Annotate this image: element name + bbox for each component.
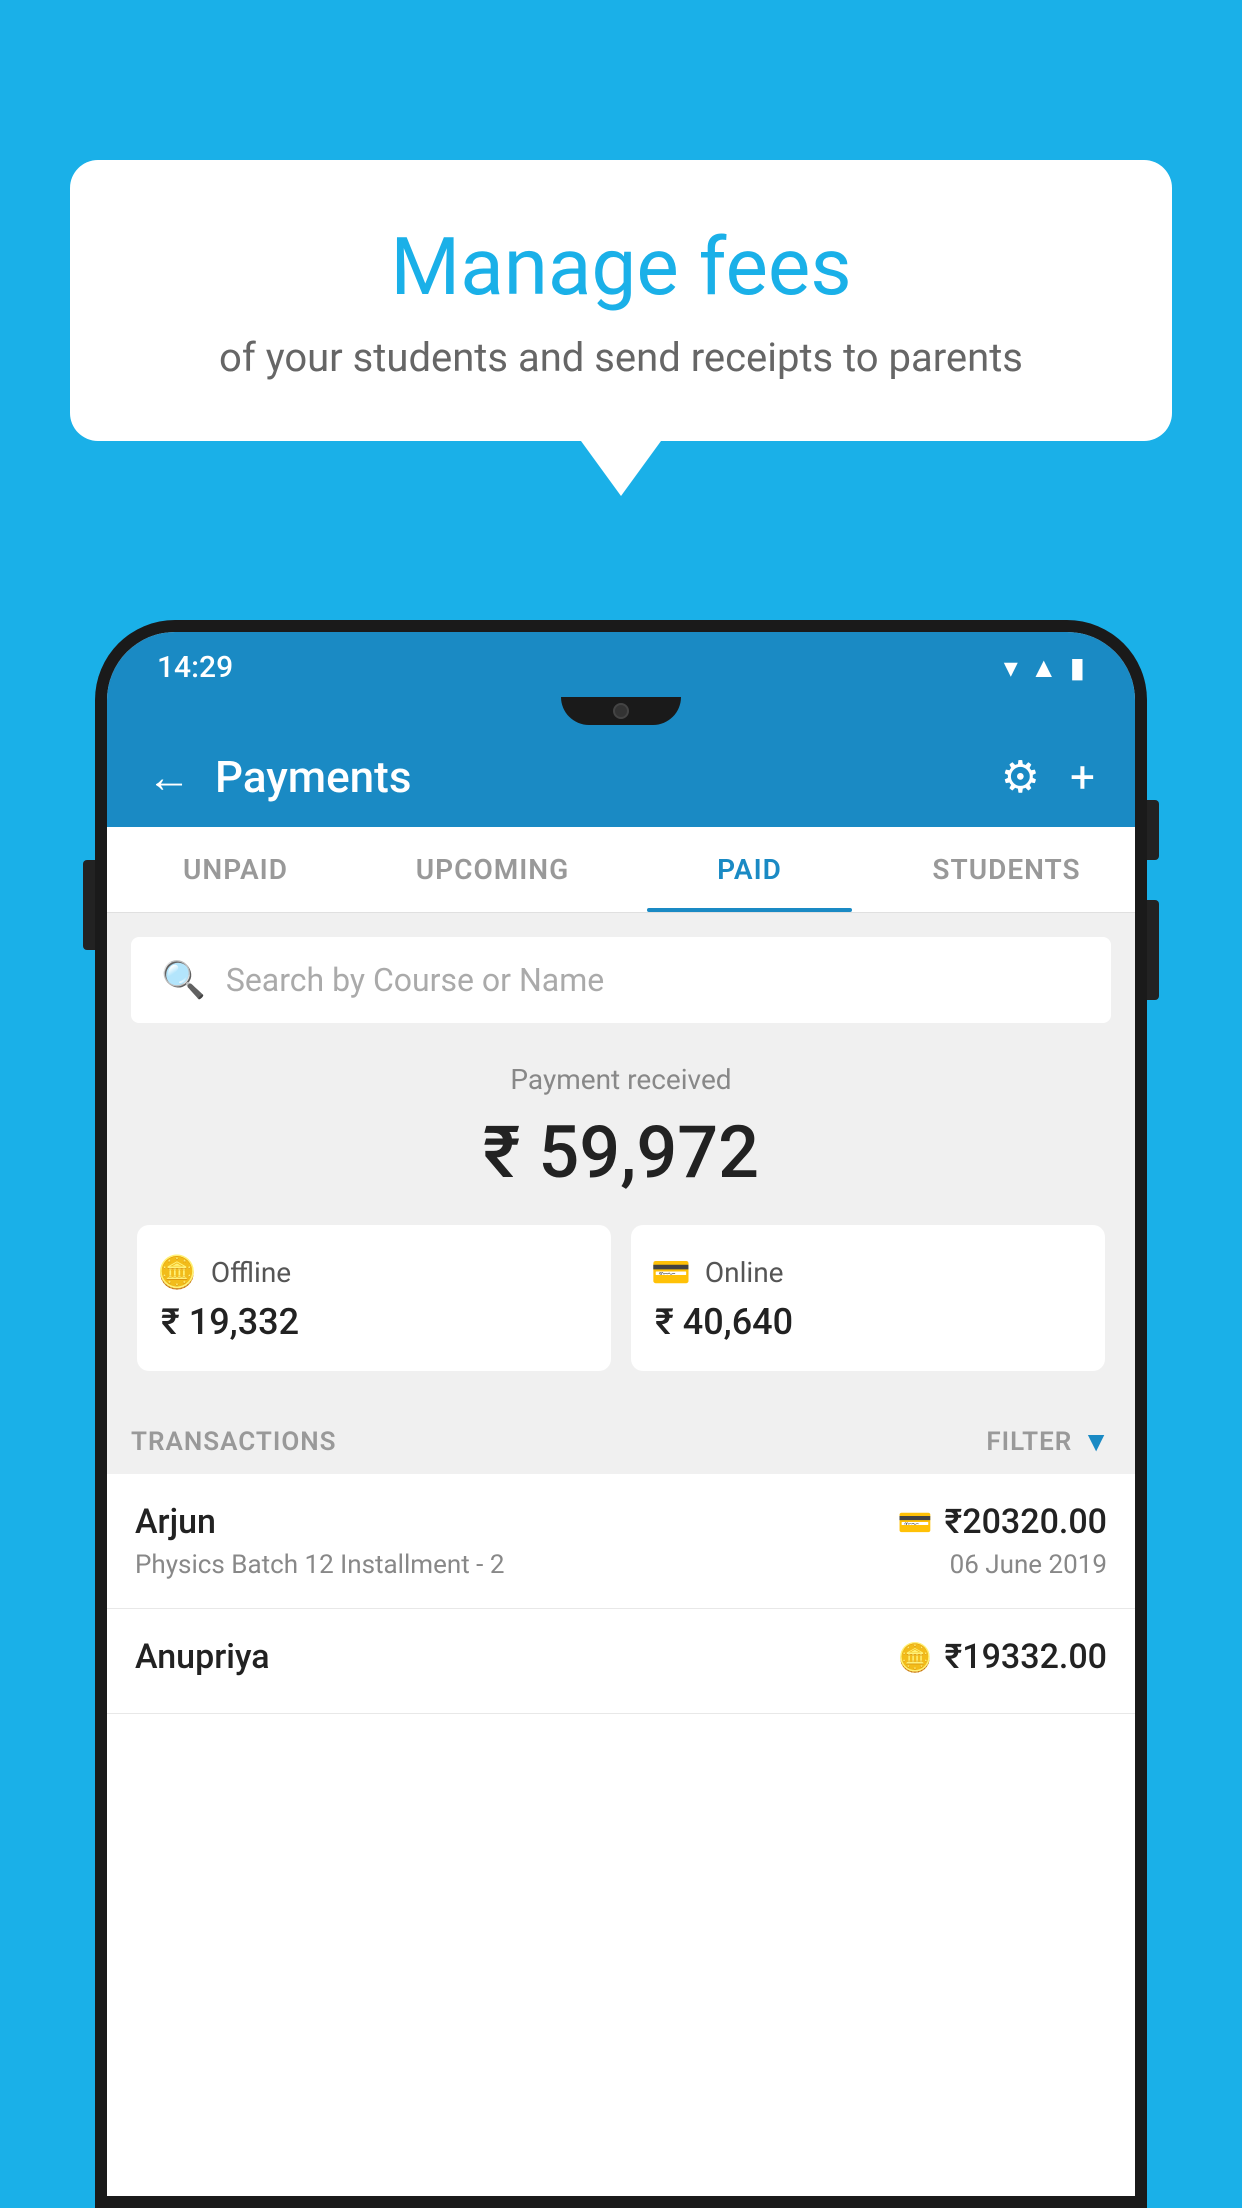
status-bar: 14:29 ▾ ▲ ▮ xyxy=(107,632,1135,697)
header-left: ← Payments xyxy=(147,751,411,803)
tab-unpaid[interactable]: UNPAID xyxy=(107,827,364,912)
payment-total-amount: ₹ 59,972 xyxy=(137,1110,1105,1195)
power-button-top xyxy=(1147,800,1159,860)
transactions-label: TRANSACTIONS xyxy=(131,1427,337,1457)
transaction-name-0: Arjun xyxy=(135,1502,504,1542)
settings-icon[interactable]: ⚙ xyxy=(1001,751,1040,803)
speech-bubble-arrow xyxy=(581,441,661,496)
search-input[interactable]: Search by Course or Name xyxy=(226,961,604,999)
transaction-amount-0: ₹20320.00 xyxy=(945,1502,1107,1542)
status-icons: ▾ ▲ ▮ xyxy=(1004,651,1085,684)
power-button-bottom xyxy=(1147,900,1159,1000)
notch-area xyxy=(107,697,1135,727)
notch xyxy=(561,697,681,725)
transaction-name-1: Anupriya xyxy=(135,1637,270,1677)
back-button[interactable]: ← xyxy=(147,755,191,799)
signal-icon: ▲ xyxy=(1030,651,1058,684)
volume-button xyxy=(83,860,95,950)
speech-bubble-container: Manage fees of your students and send re… xyxy=(70,160,1172,496)
header-right: ⚙ + xyxy=(1001,751,1095,803)
cash-payment-icon: 🪙 xyxy=(898,1641,933,1674)
payment-summary: Payment received ₹ 59,972 🪙 Offline ₹ 19… xyxy=(107,1023,1135,1401)
transaction-right-1: 🪙 ₹19332.00 xyxy=(898,1637,1107,1685)
tabs-bar: UNPAID UPCOMING PAID STUDENTS xyxy=(107,827,1135,913)
app-header: ← Payments ⚙ + xyxy=(107,727,1135,827)
filter-icon: ▼ xyxy=(1082,1425,1111,1458)
speech-bubble-subtitle: of your students and send receipts to pa… xyxy=(150,334,1092,381)
content-area: 🔍 Search by Course or Name Payment recei… xyxy=(107,913,1135,2196)
offline-label: Offline xyxy=(211,1256,291,1289)
filter-button[interactable]: FILTER ▼ xyxy=(986,1425,1111,1458)
online-label: Online xyxy=(705,1256,784,1289)
offline-card-header: 🪙 Offline xyxy=(157,1253,591,1291)
battery-icon: ▮ xyxy=(1070,651,1085,684)
page-title: Payments xyxy=(215,751,411,803)
tab-students[interactable]: STUDENTS xyxy=(878,827,1135,912)
transaction-amount-1: ₹19332.00 xyxy=(945,1637,1107,1677)
tab-upcoming[interactable]: UPCOMING xyxy=(364,827,621,912)
offline-payment-card: 🪙 Offline ₹ 19,332 xyxy=(137,1225,611,1371)
phone-frame: 14:29 ▾ ▲ ▮ ← Payments ⚙ + xyxy=(95,620,1147,2208)
offline-amount: ₹ 19,332 xyxy=(157,1301,591,1343)
transaction-amount-row-1: 🪙 ₹19332.00 xyxy=(898,1637,1107,1677)
online-payment-card: 💳 Online ₹ 40,640 xyxy=(631,1225,1105,1371)
speech-bubble-title: Manage fees xyxy=(150,220,1092,314)
transaction-left-1: Anupriya xyxy=(135,1637,270,1685)
payment-received-label: Payment received xyxy=(137,1063,1105,1096)
transaction-right-0: 💳 ₹20320.00 06 June 2019 xyxy=(898,1502,1107,1580)
speech-bubble: Manage fees of your students and send re… xyxy=(70,160,1172,441)
search-bar-container[interactable]: 🔍 Search by Course or Name xyxy=(131,937,1111,1023)
wifi-icon: ▾ xyxy=(1004,651,1018,684)
filter-label: FILTER xyxy=(986,1427,1072,1457)
transaction-row[interactable]: Arjun Physics Batch 12 Installment - 2 💳… xyxy=(107,1474,1135,1609)
cash-icon: 🪙 xyxy=(157,1253,197,1291)
camera-dot xyxy=(613,703,629,719)
card-icon: 💳 xyxy=(651,1253,691,1291)
transaction-left-0: Arjun Physics Batch 12 Installment - 2 xyxy=(135,1502,504,1580)
transaction-course-0: Physics Batch 12 Installment - 2 xyxy=(135,1550,504,1580)
transactions-header: TRANSACTIONS FILTER ▼ xyxy=(107,1401,1135,1474)
add-icon[interactable]: + xyxy=(1070,751,1095,803)
status-time: 14:29 xyxy=(157,650,233,685)
search-icon: 🔍 xyxy=(161,959,206,1001)
transaction-amount-row-0: 💳 ₹20320.00 xyxy=(898,1502,1107,1542)
online-amount: ₹ 40,640 xyxy=(651,1301,1085,1343)
transaction-date-0: 06 June 2019 xyxy=(898,1550,1107,1580)
tab-paid[interactable]: PAID xyxy=(621,827,878,912)
card-payment-icon: 💳 xyxy=(898,1506,933,1539)
phone-screen: 14:29 ▾ ▲ ▮ ← Payments ⚙ + xyxy=(107,632,1135,2196)
online-card-header: 💳 Online xyxy=(651,1253,1085,1291)
transaction-row[interactable]: Anupriya 🪙 ₹19332.00 xyxy=(107,1609,1135,1714)
payment-cards: 🪙 Offline ₹ 19,332 💳 Online ₹ 40,640 xyxy=(137,1225,1105,1371)
transaction-list: Arjun Physics Batch 12 Installment - 2 💳… xyxy=(107,1474,1135,2196)
